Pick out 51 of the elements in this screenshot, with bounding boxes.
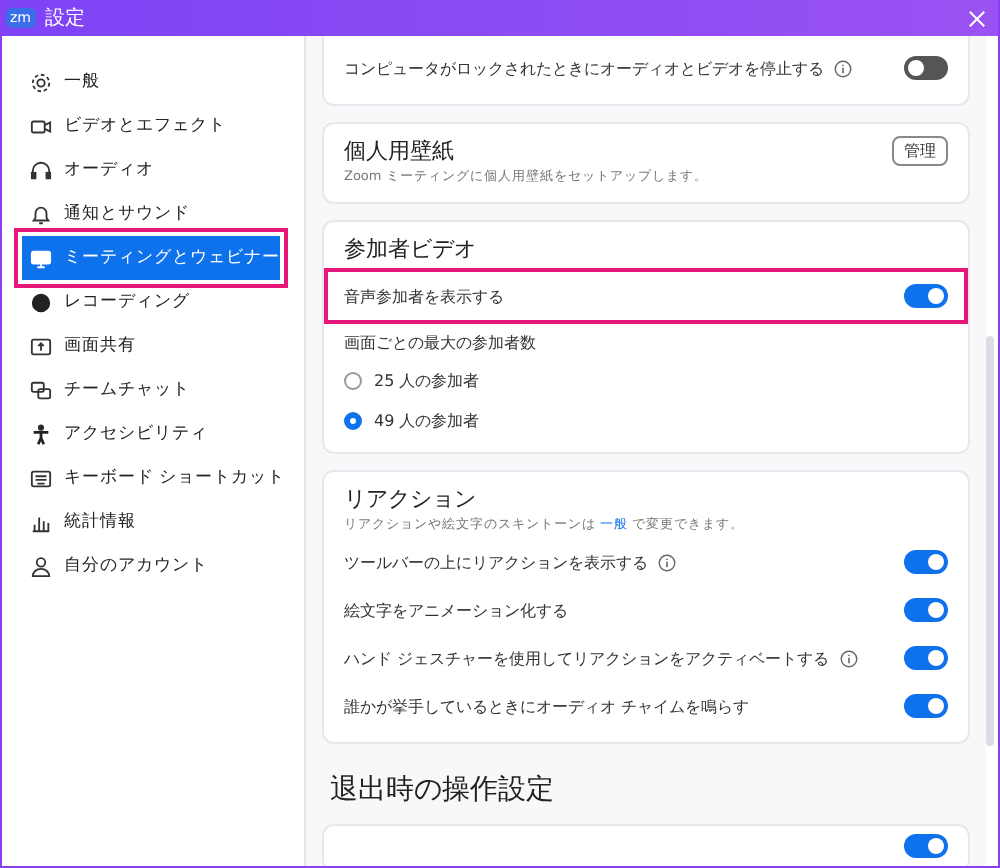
sidebar-item[interactable]: 自分のアカウント bbox=[22, 544, 280, 588]
setting-label: ツールバーの上にリアクションを表示する bbox=[344, 551, 648, 573]
share-screen-icon bbox=[30, 335, 52, 357]
info-icon[interactable] bbox=[839, 649, 858, 667]
sidebar-item[interactable]: 画面共有 bbox=[22, 324, 280, 368]
window-title: 設定 bbox=[45, 5, 85, 32]
toggle-switch[interactable] bbox=[904, 56, 948, 80]
toggle-switch[interactable] bbox=[904, 646, 948, 670]
radio-label: 49 人の参加者 bbox=[374, 409, 480, 431]
sidebar-item[interactable]: アクセシビリティ bbox=[22, 412, 280, 456]
sidebar-item[interactable]: 通知とサウンド bbox=[22, 192, 280, 236]
sidebar-item[interactable]: レコーディング bbox=[22, 280, 280, 324]
info-icon[interactable] bbox=[658, 553, 676, 571]
sidebar-item[interactable]: チームチャット bbox=[22, 368, 280, 412]
radio-button[interactable] bbox=[344, 411, 362, 429]
user-icon bbox=[30, 555, 52, 577]
sidebar-item[interactable]: 統計情報 bbox=[22, 500, 280, 544]
radio-button[interactable] bbox=[344, 371, 362, 389]
setting-label: 画面ごとの最大の参加者数 bbox=[344, 331, 536, 353]
monitor-icon bbox=[30, 247, 52, 269]
toggle-switch[interactable] bbox=[904, 284, 948, 308]
toggle-switch[interactable] bbox=[904, 834, 948, 858]
bell-icon bbox=[30, 203, 52, 225]
close-icon[interactable] bbox=[968, 9, 986, 27]
toggle-switch[interactable] bbox=[904, 694, 948, 718]
gear-icon bbox=[30, 71, 52, 93]
camera-icon bbox=[30, 115, 52, 137]
section-heading: 退出時の操作設定 bbox=[330, 772, 556, 808]
setting-label: コンピュータがロックされたときにオーディオとビデオを停止する bbox=[344, 57, 824, 79]
setting-label: 誰かが挙手しているときにオーディオ チャイムを鳴らす bbox=[344, 695, 750, 717]
radio-label: 25 人の参加者 bbox=[374, 369, 480, 391]
toggle-switch[interactable] bbox=[904, 550, 948, 574]
manage-button[interactable]: 管理 bbox=[892, 136, 948, 166]
setting-label: 絵文字をアニメーション化する bbox=[344, 599, 568, 621]
sidebar-item[interactable]: キーボード ショートカット bbox=[22, 456, 280, 500]
card-title: 参加者ビデオ bbox=[344, 234, 476, 264]
sidebar-item[interactable]: ミーティングとウェビナー bbox=[22, 236, 280, 280]
chat-icon bbox=[30, 379, 52, 401]
person-icon bbox=[30, 423, 52, 445]
card-title: リアクション bbox=[344, 484, 478, 514]
card-title: 個人用壁紙 bbox=[344, 136, 456, 166]
setting-label: ハンド ジェスチャーを使用してリアクションをアクティベートする bbox=[344, 647, 830, 669]
setting-label: 音声参加者を表示する bbox=[344, 285, 504, 307]
info-icon[interactable] bbox=[834, 59, 852, 77]
sidebar-item[interactable]: 一般 bbox=[22, 60, 280, 104]
toggle-switch[interactable] bbox=[904, 598, 948, 622]
sidebar-item[interactable]: ビデオとエフェクト bbox=[22, 104, 280, 148]
headphones-icon bbox=[30, 159, 52, 181]
sidebar-item[interactable]: オーディオ bbox=[22, 148, 280, 192]
record-icon bbox=[30, 291, 52, 313]
keyboard-icon bbox=[30, 467, 52, 489]
